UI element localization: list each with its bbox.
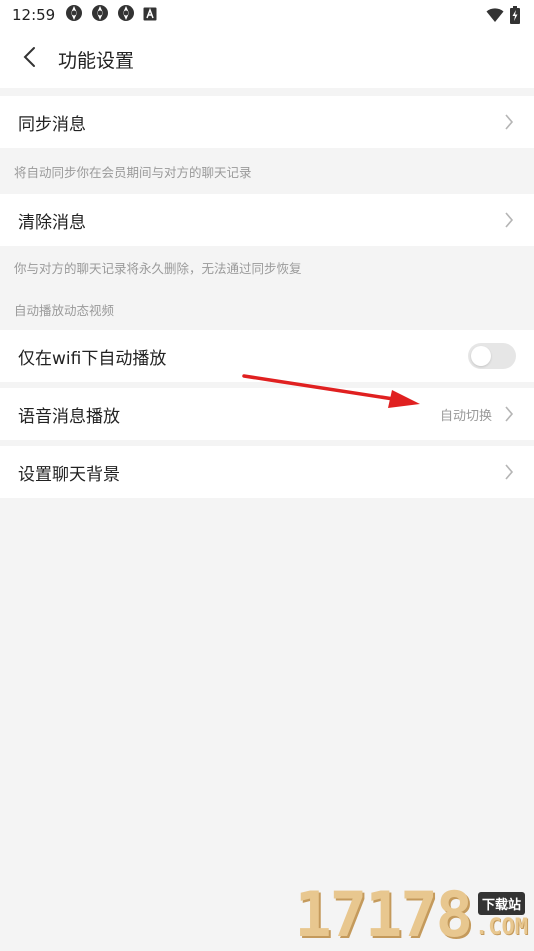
- sync-messages-label: 同步消息: [18, 114, 86, 135]
- wifi-autoplay-toggle[interactable]: [468, 343, 516, 369]
- aperture-icon: [65, 4, 83, 26]
- chat-background-label: 设置聊天背景: [18, 464, 120, 485]
- chevron-right-icon: [504, 462, 516, 482]
- watermark-number: 17178: [294, 878, 473, 951]
- toggle-knob: [471, 346, 491, 366]
- divider: [0, 88, 534, 96]
- voice-playback-value: 自动切换: [439, 408, 492, 424]
- chevron-right-icon: [504, 404, 516, 424]
- chat-background-row[interactable]: 设置聊天背景: [0, 446, 534, 498]
- sync-messages-row[interactable]: 同步消息: [0, 96, 534, 148]
- wifi-autoplay-label: 仅在wifi下自动播放: [18, 348, 167, 369]
- sync-messages-note: 将自动同步你在会员期间与对方的聊天记录: [14, 164, 252, 180]
- page-title: 功能设置: [58, 49, 135, 72]
- watermark-logo: 17178 下载站 .COM: [294, 884, 528, 946]
- battery-charging-icon: [510, 6, 520, 28]
- clear-messages-row[interactable]: 清除消息: [0, 194, 534, 246]
- autoplay-video-section-title: 自动播放动态视频: [14, 302, 115, 318]
- aperture-icon: [117, 4, 135, 26]
- watermark-suffix: .COM: [475, 915, 528, 940]
- status-right-icons: [486, 6, 520, 28]
- status-time: 12:59: [12, 6, 56, 24]
- letter-a-icon: [143, 6, 157, 25]
- wifi-icon: [486, 7, 504, 27]
- back-arrow-icon: [22, 46, 36, 72]
- notification-icons: [65, 4, 157, 26]
- watermark-badge: 下载站: [478, 892, 526, 915]
- clear-messages-label: 清除消息: [18, 212, 86, 233]
- aperture-icon: [91, 4, 109, 26]
- status-bar: 12:59: [0, 0, 534, 30]
- chevron-right-icon: [504, 210, 516, 230]
- annotation-arrow-icon: [240, 368, 425, 414]
- header: 功能设置: [0, 30, 534, 88]
- back-button[interactable]: [0, 30, 58, 88]
- clear-messages-note: 你与对方的聊天记录将永久删除，无法通过同步恢复: [14, 260, 302, 276]
- chevron-right-icon: [504, 112, 516, 132]
- watermark-side: 下载站 .COM: [475, 892, 528, 940]
